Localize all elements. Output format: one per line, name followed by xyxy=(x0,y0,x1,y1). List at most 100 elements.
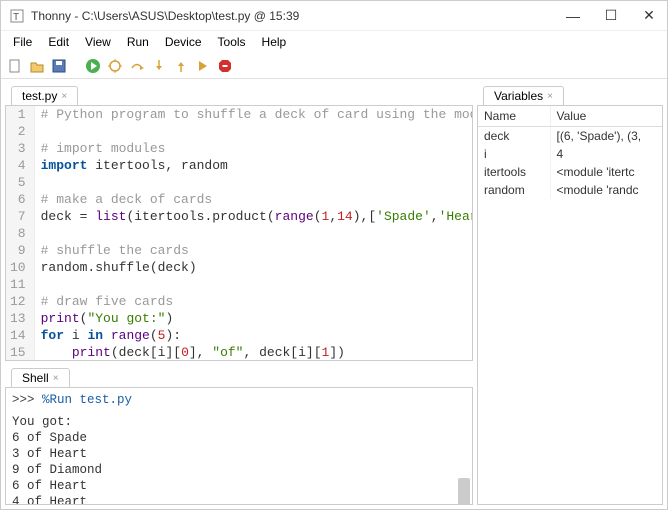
variable-value: <module 'randc xyxy=(550,181,662,199)
variables-header-value[interactable]: Value xyxy=(550,106,662,127)
shell-output-line: 6 of Heart xyxy=(12,478,466,494)
code-line[interactable]: for i in range(5): xyxy=(34,327,473,344)
menu-file[interactable]: File xyxy=(7,33,38,51)
open-file-icon[interactable] xyxy=(29,58,45,74)
line-number: 12 xyxy=(6,293,34,310)
shell-scrollbar[interactable] xyxy=(458,478,470,505)
shell-tab-strip: Shell × xyxy=(5,365,473,387)
debug-icon[interactable] xyxy=(107,58,123,74)
shell-run-command: %Run test.py xyxy=(42,393,132,407)
menu-device[interactable]: Device xyxy=(159,33,208,51)
right-column: Variables × Name Value deck[(6, 'Spade')… xyxy=(477,79,667,509)
line-number: 9 xyxy=(6,242,34,259)
variable-row[interactable]: random<module 'randc xyxy=(478,181,662,199)
editor-tab-label: test.py xyxy=(22,89,57,103)
code-line[interactable]: print("You got:") xyxy=(34,310,473,327)
menu-run[interactable]: Run xyxy=(121,33,155,51)
shell-output-line: 4 of Heart xyxy=(12,494,466,505)
line-number: 15 xyxy=(6,344,34,361)
line-number: 3 xyxy=(6,140,34,157)
editor-panel: test.py × 1# Python program to shuffle a… xyxy=(5,83,473,361)
variable-name: i xyxy=(478,145,550,163)
code-line[interactable]: # make a deck of cards xyxy=(34,191,473,208)
toolbar xyxy=(1,53,667,79)
main-area: test.py × 1# Python program to shuffle a… xyxy=(1,79,667,509)
close-tab-icon[interactable]: × xyxy=(61,91,67,102)
code-line[interactable]: # shuffle the cards xyxy=(34,242,473,259)
variable-name: deck xyxy=(478,127,550,146)
code-line[interactable]: deck = list(itertools.product(range(1,14… xyxy=(34,208,473,225)
stop-icon[interactable] xyxy=(217,58,233,74)
line-number: 11 xyxy=(6,276,34,293)
save-icon[interactable] xyxy=(51,58,67,74)
line-number: 10 xyxy=(6,259,34,276)
shell-tab[interactable]: Shell × xyxy=(11,368,70,387)
menu-view[interactable]: View xyxy=(79,33,117,51)
code-line[interactable]: # draw five cards xyxy=(34,293,473,310)
menubar: File Edit View Run Device Tools Help xyxy=(1,31,667,53)
variable-row[interactable]: deck[(6, 'Spade'), (3, xyxy=(478,127,662,146)
shell-output-line: 3 of Heart xyxy=(12,446,466,462)
variable-name: random xyxy=(478,181,550,199)
code-line[interactable]: # import modules xyxy=(34,140,473,157)
code-line[interactable]: random.shuffle(deck) xyxy=(34,259,473,276)
line-number: 7 xyxy=(6,208,34,225)
step-into-icon[interactable] xyxy=(151,58,167,74)
left-column: test.py × 1# Python program to shuffle a… xyxy=(1,79,477,509)
minimize-button[interactable]: — xyxy=(563,8,583,24)
variables-tab[interactable]: Variables × xyxy=(483,86,564,105)
editor-tab[interactable]: test.py × xyxy=(11,86,78,105)
line-number: 2 xyxy=(6,123,34,140)
close-shell-icon[interactable]: × xyxy=(53,373,59,384)
variables-tab-strip: Variables × xyxy=(477,83,663,105)
menu-tools[interactable]: Tools xyxy=(212,33,252,51)
line-number: 14 xyxy=(6,327,34,344)
shell-output-line: You got: xyxy=(12,414,466,430)
code-line[interactable] xyxy=(34,174,473,191)
variable-value: 4 xyxy=(550,145,662,163)
titlebar: T Thonny - C:\Users\ASUS\Desktop\test.py… xyxy=(1,1,667,31)
new-file-icon[interactable] xyxy=(7,58,23,74)
variable-row[interactable]: i4 xyxy=(478,145,662,163)
variables-header-name[interactable]: Name xyxy=(478,106,550,127)
window-title: Thonny - C:\Users\ASUS\Desktop\test.py @… xyxy=(31,9,563,23)
shell-prompt: >>> xyxy=(12,393,42,407)
svg-text:T: T xyxy=(13,12,19,23)
variable-value: <module 'itertc xyxy=(550,163,662,181)
line-number: 5 xyxy=(6,174,34,191)
close-window-button[interactable]: ✕ xyxy=(639,7,659,24)
run-icon[interactable] xyxy=(85,58,101,74)
line-number: 4 xyxy=(6,157,34,174)
variable-value: [(6, 'Spade'), (3, xyxy=(550,127,662,146)
close-variables-icon[interactable]: × xyxy=(547,91,553,102)
variables-body: Name Value deck[(6, 'Spade'), (3,i4itert… xyxy=(477,105,663,505)
window-controls: — ☐ ✕ xyxy=(563,7,659,24)
variables-panel: Variables × Name Value deck[(6, 'Spade')… xyxy=(477,83,663,505)
step-over-icon[interactable] xyxy=(129,58,145,74)
code-editor[interactable]: 1# Python program to shuffle a deck of c… xyxy=(5,105,473,361)
code-line[interactable]: import itertools, random xyxy=(34,157,473,174)
resume-icon[interactable] xyxy=(195,58,211,74)
code-line[interactable] xyxy=(34,225,473,242)
shell-panel: Shell × >>> %Run test.py You got:6 of Sp… xyxy=(5,365,473,505)
menu-edit[interactable]: Edit xyxy=(42,33,75,51)
line-number: 6 xyxy=(6,191,34,208)
code-line[interactable] xyxy=(34,123,473,140)
shell-output[interactable]: >>> %Run test.py You got:6 of Spade3 of … xyxy=(5,387,473,505)
menu-help[interactable]: Help xyxy=(256,33,293,51)
code-line[interactable] xyxy=(34,276,473,293)
shell-output-line: 9 of Diamond xyxy=(12,462,466,478)
code-line[interactable]: # Python program to shuffle a deck of ca… xyxy=(34,106,473,123)
variables-tab-label: Variables xyxy=(494,89,543,103)
line-number: 13 xyxy=(6,310,34,327)
editor-tab-strip: test.py × xyxy=(5,83,473,105)
variable-name: itertools xyxy=(478,163,550,181)
shell-tab-label: Shell xyxy=(22,371,49,385)
code-line[interactable]: print(deck[i][0], "of", deck[i][1]) xyxy=(34,344,473,361)
shell-output-line: 6 of Spade xyxy=(12,430,466,446)
line-number: 8 xyxy=(6,225,34,242)
variable-row[interactable]: itertools<module 'itertc xyxy=(478,163,662,181)
maximize-button[interactable]: ☐ xyxy=(601,7,621,24)
line-number: 1 xyxy=(6,106,34,123)
step-out-icon[interactable] xyxy=(173,58,189,74)
